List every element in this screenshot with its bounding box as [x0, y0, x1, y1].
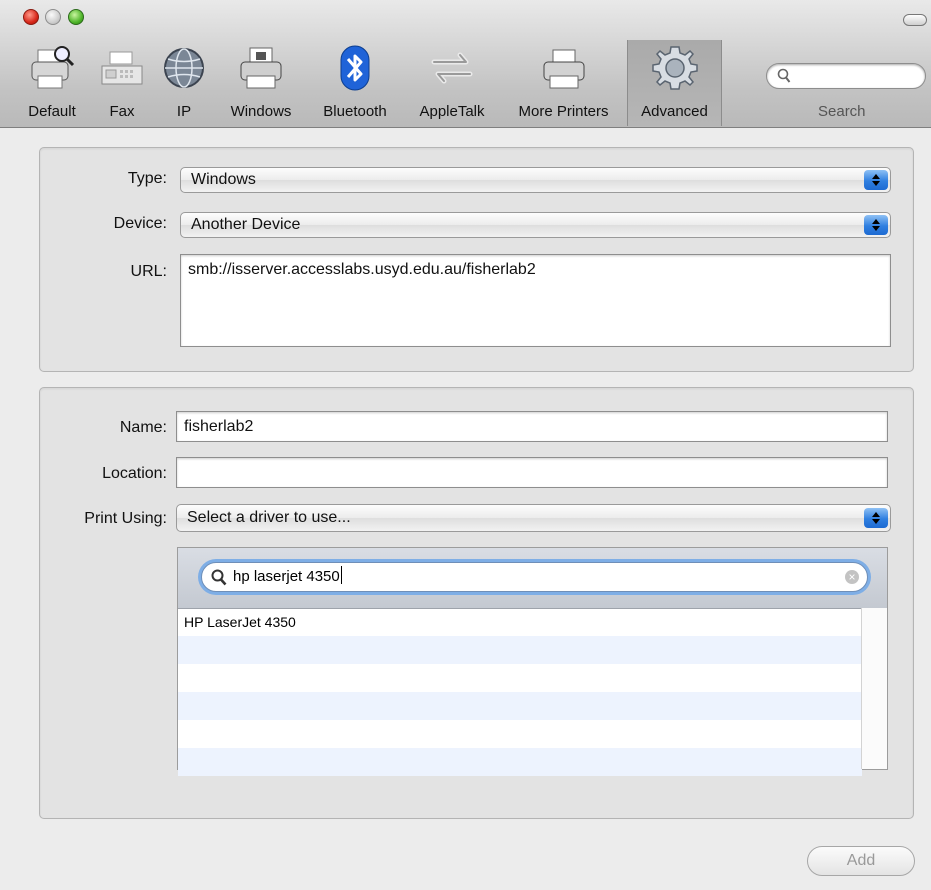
- search-icon: [777, 68, 791, 83]
- driver-search-header: hp laserjet 4350 ×: [178, 548, 887, 609]
- popup-arrows-icon: [864, 170, 888, 190]
- toolbar-item-ip[interactable]: IP: [158, 40, 210, 126]
- search-icon: [211, 569, 227, 586]
- toolbar-label-default: Default: [28, 103, 76, 120]
- gear-icon: [645, 40, 705, 96]
- toolbar-label-ip: IP: [176, 103, 192, 120]
- toolbar-item-advanced[interactable]: Advanced: [627, 40, 722, 126]
- type-label: Type:: [127, 170, 167, 187]
- text-caret: [340, 566, 342, 584]
- toolbar-label-bluetooth: Bluetooth: [323, 103, 387, 120]
- driver-search-value: hp laserjet 4350: [233, 566, 342, 585]
- add-button[interactable]: Add: [807, 846, 915, 876]
- toolbar-item-more-printers[interactable]: More Printers: [506, 40, 621, 126]
- driver-results-list: HP LaserJet 4350: [178, 608, 862, 776]
- print-using-label: Print Using:: [84, 510, 167, 527]
- device-popup-value: Another Device: [191, 216, 301, 233]
- toolbar-label-appletalk: AppleTalk: [419, 103, 485, 120]
- toolbar-search-input[interactable]: [766, 63, 926, 89]
- zoom-window-button[interactable]: [68, 9, 84, 25]
- name-label: Name:: [119, 419, 167, 436]
- toolbar-search-label: Search: [818, 103, 866, 120]
- driver-search-input[interactable]: hp laserjet 4350 ×: [201, 562, 868, 592]
- type-popup[interactable]: Windows: [180, 167, 891, 193]
- clear-search-icon[interactable]: ×: [845, 570, 859, 584]
- toolbar-label-advanced: Advanced: [641, 103, 708, 120]
- list-item: [178, 692, 862, 720]
- toolbar-item-bluetooth[interactable]: Bluetooth: [312, 40, 398, 126]
- list-item: [178, 664, 862, 692]
- toolbar-item-windows[interactable]: Windows: [221, 40, 301, 126]
- window-toolbar: Default Fax IP Windows Bluetooth AppleTa…: [0, 0, 931, 128]
- url-field[interactable]: smb://isserver.accesslabs.usyd.edu.au/fi…: [180, 254, 891, 347]
- toolbar-label-windows: Windows: [230, 103, 292, 120]
- close-window-button[interactable]: [23, 9, 39, 25]
- location-field[interactable]: [176, 457, 888, 488]
- list-item[interactable]: HP LaserJet 4350: [178, 608, 862, 636]
- device-popup[interactable]: Another Device: [180, 212, 891, 238]
- list-item: [178, 748, 862, 776]
- windows-printer-icon: [231, 40, 291, 96]
- toolbar-item-default[interactable]: Default: [19, 40, 85, 126]
- driver-list-scrollbar[interactable]: [861, 608, 887, 769]
- toolbar-label-fax: Fax: [109, 103, 135, 120]
- printer-icon: [534, 40, 594, 96]
- print-using-popup[interactable]: Select a driver to use...: [176, 504, 891, 532]
- list-item: [178, 636, 862, 664]
- appletalk-arrows-icon: [422, 40, 482, 96]
- location-label: Location:: [102, 465, 167, 482]
- popup-arrows-icon: [864, 508, 888, 528]
- name-field[interactable]: fisherlab2: [176, 411, 888, 442]
- url-label: URL:: [130, 263, 167, 280]
- type-popup-value: Windows: [191, 171, 256, 188]
- driver-list-panel: hp laserjet 4350 × HP LaserJet 4350: [177, 547, 888, 776]
- toolbar-item-fax[interactable]: Fax: [92, 40, 152, 126]
- toolbar-toggle-button[interactable]: [903, 14, 927, 26]
- fax-icon: [92, 40, 152, 96]
- minimize-window-button[interactable]: [45, 9, 61, 25]
- device-label: Device:: [113, 215, 167, 232]
- toolbar-label-more-printers: More Printers: [518, 103, 609, 120]
- bluetooth-icon: [325, 40, 385, 96]
- list-item: [178, 720, 862, 748]
- print-using-popup-value: Select a driver to use...: [187, 509, 351, 526]
- toolbar-item-appletalk[interactable]: AppleTalk: [406, 40, 498, 126]
- popup-arrows-icon: [864, 215, 888, 235]
- globe-icon: [154, 40, 214, 96]
- printer-magnifier-icon: [22, 40, 82, 96]
